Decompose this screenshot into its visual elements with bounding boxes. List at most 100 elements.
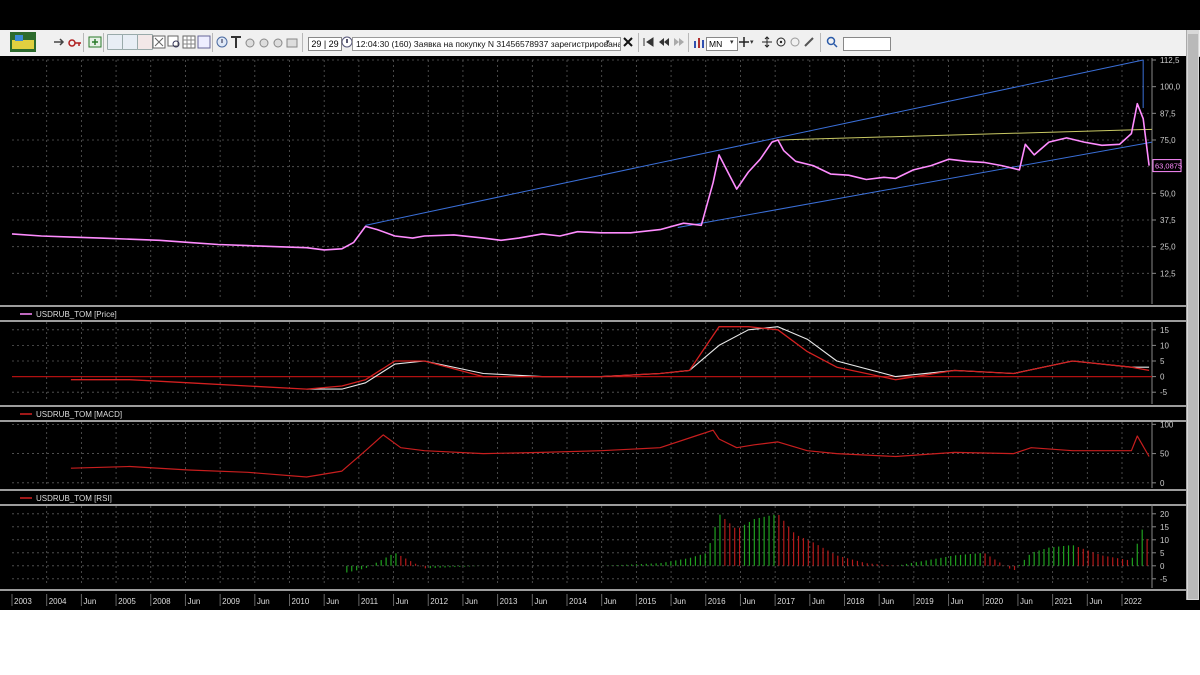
separator (83, 33, 84, 52)
time-axis-label: 2013 (500, 597, 518, 606)
add-chart-icon[interactable] (88, 34, 102, 50)
separator (688, 33, 689, 52)
rsi-panel-label: USDRUB_TOM [RSI] (36, 494, 112, 503)
time-axis-label: Jun (465, 597, 478, 606)
ao-tick-label: 20 (1160, 510, 1169, 519)
ruler-icon[interactable] (803, 34, 815, 50)
time-axis-label: Jun (83, 597, 96, 606)
separator (103, 33, 104, 52)
time-axis-label: Jun (812, 597, 825, 606)
time-axis-label: 2021 (1055, 597, 1073, 606)
zoom-icon[interactable] (775, 34, 787, 50)
arrow-right-icon[interactable] (52, 34, 66, 50)
separator (302, 33, 303, 52)
time-axis-label: 2005 (118, 597, 136, 606)
close-icon[interactable] (622, 34, 634, 50)
chevron-down-icon[interactable]: ▾ (730, 34, 734, 50)
price-tick-label: 37,5 (1160, 216, 1176, 225)
macd-tick-label: 5 (1160, 357, 1165, 366)
time-axis-label: Jun (257, 597, 270, 606)
time-axis-label: 2012 (430, 597, 448, 606)
time-axis-label: Jun (951, 597, 964, 606)
time-axis-label: Jun (1020, 597, 1033, 606)
time-axis-label: 2011 (361, 597, 379, 606)
time-axis-label: 2019 (916, 597, 934, 606)
ao-tick-label: 0 (1160, 562, 1165, 571)
rsi-tick-label: 50 (1160, 450, 1169, 459)
rsi-tick-label: 0 (1160, 479, 1165, 488)
toolbar: 29 | 29 12:04:30 (160) Заявка на покупку… (0, 30, 1200, 57)
time-axis-label: 2020 (985, 597, 1003, 606)
move-icon[interactable] (761, 34, 773, 50)
time-axis-label: 2017 (777, 597, 795, 606)
hand-sell-icon[interactable] (257, 34, 271, 50)
chevron-down-icon[interactable]: ▾ (606, 38, 610, 46)
table2-icon[interactable] (122, 34, 138, 50)
price-tick-label: 75,0 (1160, 136, 1176, 145)
price-tick-label: 25,0 (1160, 243, 1176, 252)
ao-tick-label: -5 (1160, 575, 1168, 584)
rsi-tick-label: 100 (1160, 420, 1174, 429)
time-axis-label: 2004 (49, 597, 67, 606)
macd-tick-label: -5 (1160, 388, 1168, 397)
message-select[interactable]: 12:04:30 (160) Заявка на покупку N 31456… (352, 37, 621, 51)
price-tick-label: 87,5 (1160, 109, 1176, 118)
circle-icon[interactable] (789, 34, 801, 50)
next-icon[interactable] (672, 34, 686, 50)
chart-area[interactable]: 112,5100,087,575,062,550,037,525,012,5US… (0, 56, 1186, 610)
search-input[interactable] (843, 37, 891, 51)
portfolio-icon[interactable] (285, 34, 299, 50)
time-axis-label: Jun (742, 597, 755, 606)
magnifier-icon[interactable] (826, 34, 838, 50)
text-tool-icon[interactable] (229, 34, 243, 50)
separator (212, 33, 213, 52)
macd-tick-label: 15 (1160, 326, 1169, 335)
time-axis-label: Jun (396, 597, 409, 606)
time-axis (0, 593, 1186, 607)
separator (820, 33, 821, 52)
time-axis-label: 2003 (14, 597, 32, 606)
price-tick-label: 50,0 (1160, 189, 1176, 198)
macd-tick-label: 0 (1160, 373, 1165, 382)
time-axis-label: 2014 (569, 597, 587, 606)
prev-icon[interactable] (657, 34, 671, 50)
chevron-down-icon[interactable]: ▾ (750, 34, 754, 50)
ao-tick-label: 10 (1160, 536, 1169, 545)
time-axis-label: 2010 (292, 597, 310, 606)
price-tick-label: 12,5 (1160, 269, 1176, 278)
vertical-scrollbar[interactable] (1186, 30, 1199, 600)
time-axis-label: Jun (187, 597, 200, 606)
logo-icon (10, 32, 36, 52)
time-axis-label: 2016 (708, 597, 726, 606)
separator (638, 33, 639, 52)
alert-icon[interactable] (215, 34, 229, 50)
price-tick-label: 112,5 (1160, 56, 1180, 65)
info-icon[interactable] (197, 34, 211, 50)
price-tick-label: 100,0 (1160, 83, 1181, 92)
time-axis-label: 2009 (222, 597, 240, 606)
macd-panel-label: USDRUB_TOM [MACD] (36, 410, 122, 419)
time-axis-label: 2018 (847, 597, 865, 606)
message-counter: 29 | 29 (308, 37, 342, 51)
table-icon[interactable] (107, 34, 123, 50)
time-axis-label: 2015 (638, 597, 656, 606)
hand-buy-icon[interactable] (243, 34, 257, 50)
orders-icon[interactable] (137, 34, 153, 50)
stop-icon[interactable] (271, 34, 285, 50)
price-panel-label: USDRUB_TOM [Price] (36, 310, 117, 319)
time-axis-label: Jun (881, 597, 894, 606)
first-icon[interactable] (642, 34, 656, 50)
grid-icon[interactable] (182, 34, 196, 50)
ao-tick-label: 15 (1160, 523, 1169, 532)
macd-tick-label: 10 (1160, 341, 1169, 350)
search-table-icon[interactable] (167, 34, 181, 50)
crosshair-icon[interactable] (738, 34, 750, 50)
terminal-window: 29 | 29 12:04:30 (160) Заявка на покупку… (0, 0, 1200, 610)
time-axis-label: 2008 (153, 597, 171, 606)
time-axis-label: Jun (534, 597, 547, 606)
key-icon[interactable] (68, 34, 82, 50)
time-axis-label: Jun (326, 597, 339, 606)
scrollbar-thumb[interactable] (1188, 34, 1198, 599)
trades-icon[interactable] (152, 34, 166, 50)
bar-chart-icon[interactable] (692, 34, 706, 50)
